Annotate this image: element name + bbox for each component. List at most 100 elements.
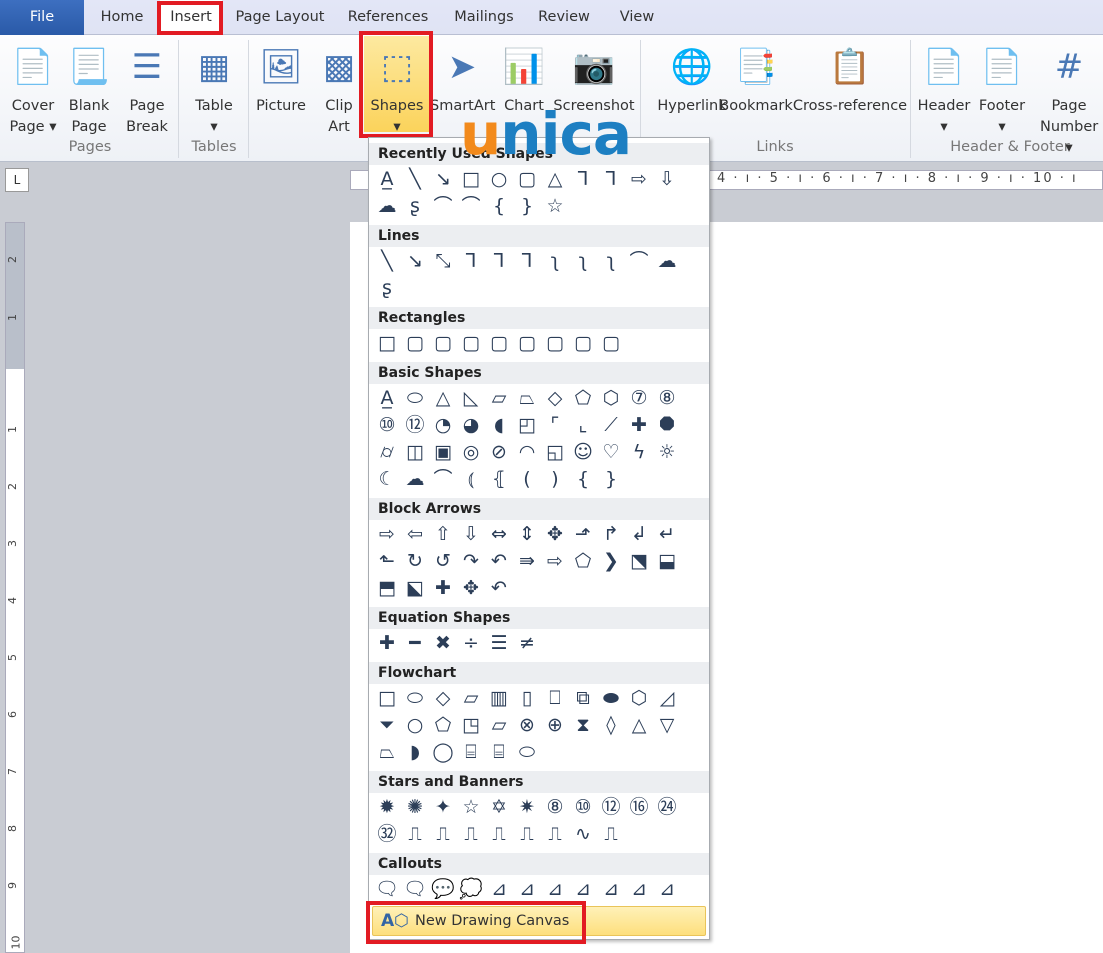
shape-item[interactable]: ⧗ [569,712,597,739]
shape-item[interactable]: ◯ [429,739,457,766]
shape-item[interactable]: ▢ [541,330,569,357]
shape-item[interactable]: ⌜ [541,412,569,439]
shape-item[interactable]: ━ [401,630,429,657]
shape-item[interactable]: ▽ [653,712,681,739]
shape-item[interactable]: ⇩ [457,521,485,548]
shape-item[interactable]: ↱ [597,521,625,548]
shape-item[interactable]: ▢ [429,330,457,357]
shape-item[interactable]: ↵ [653,521,681,548]
shape-item[interactable]: ⊕ [541,712,569,739]
shape-item[interactable]: ↲ [625,521,653,548]
shape-item[interactable]: □ [457,166,485,193]
shape-item[interactable]: ◺ [457,385,485,412]
shape-item[interactable]: { [569,466,597,493]
shape-item[interactable]: A̲ [373,385,401,412]
shape-item[interactable]: ⇨ [373,521,401,548]
shape-item[interactable]: ⎍ [457,821,485,848]
shape-item[interactable]: ╲ [373,248,401,275]
shape-item[interactable]: ○ [485,166,513,193]
shape-item[interactable]: ↻ [401,548,429,575]
shape-item[interactable]: } [513,193,541,220]
shape-item[interactable]: ⏢ [513,385,541,412]
shape-item[interactable]: ∿ [569,821,597,848]
shape-item[interactable]: ✚ [625,412,653,439]
shape-item[interactable]: ⑦ [625,385,653,412]
shape-item[interactable]: 💬 [429,876,457,903]
shape-item[interactable]: □ [373,685,401,712]
shape-item[interactable]: ⊘ [485,439,513,466]
shape-item[interactable]: ✖ [429,630,457,657]
shape-item[interactable]: ◖ [485,412,513,439]
shape-item[interactable]: ↷ [457,548,485,575]
shape-item[interactable]: ⇨ [541,548,569,575]
shape-item[interactable]: ◎ [457,439,485,466]
shape-item[interactable]: ⎍ [401,821,429,848]
shape-item[interactable]: ☺ [569,439,597,466]
shape-item[interactable]: ⬕ [401,575,429,602]
shape-item[interactable]: ╲ [401,166,429,193]
shape-item[interactable]: ◿ [653,685,681,712]
shape-item[interactable]: ⎍ [485,821,513,848]
shape-item[interactable]: ⬑ [373,548,401,575]
shape-item[interactable]: ◳ [457,712,485,739]
shape-item[interactable]: ⅂ [513,248,541,275]
footer-button[interactable]: 📄 Footer ▾ [976,40,1028,138]
shape-item[interactable]: ◇ [541,385,569,412]
bookmark-button[interactable]: 📑 Bookmark [716,40,796,117]
shape-item[interactable]: ⇕ [513,521,541,548]
shape-item[interactable]: ⇦ [401,521,429,548]
shape-item[interactable]: ✥ [541,521,569,548]
shape-item[interactable]: ▢ [513,166,541,193]
shape-item[interactable]: ʂ [401,193,429,220]
shape-item[interactable]: ❯ [597,548,625,575]
shape-item[interactable]: ▱ [485,385,513,412]
shape-item[interactable]: ㉔ [653,794,681,821]
shape-item[interactable]: ▢ [485,330,513,357]
shape-item[interactable]: ⊿ [653,876,681,903]
shape-item[interactable]: ☰ [485,630,513,657]
shape-item[interactable]: ◠ [513,439,541,466]
shape-item[interactable]: ⑧ [653,385,681,412]
shape-item[interactable]: ◕ [457,412,485,439]
shape-item[interactable]: ÷ [457,630,485,657]
shape-item[interactable]: ✷ [513,794,541,821]
tab-page-layout[interactable]: Page Layout [230,0,330,35]
shape-item[interactable]: ▯ [513,685,541,712]
shape-item[interactable]: A̲ [373,166,401,193]
shape-item[interactable]: ⊿ [485,876,513,903]
shape-item[interactable]: □ [373,330,401,357]
shape-item[interactable]: ⌸ [457,739,485,766]
cross-reference-button[interactable]: 📋 Cross-reference [792,40,908,117]
shape-item[interactable]: ↺ [429,548,457,575]
shape-item[interactable]: ☁ [373,193,401,220]
shape-item[interactable]: 🗨 [373,876,401,903]
shape-item[interactable]: ⬡ [597,385,625,412]
shape-item[interactable]: ⅂ [597,166,625,193]
shape-item[interactable]: ʅ [597,248,625,275]
shape-item[interactable]: ⑩ [373,412,401,439]
page-break-button[interactable]: ☰ Page Break [122,40,172,138]
shape-item[interactable]: ⬬ [597,685,625,712]
shape-item[interactable]: ◗ [401,739,429,766]
shape-item[interactable]: ⊿ [513,876,541,903]
shape-item[interactable]: ☁ [401,466,429,493]
shape-item[interactable]: ⧉ [569,685,597,712]
shape-item[interactable]: ◰ [513,412,541,439]
shape-item[interactable]: ⎍ [429,821,457,848]
page-number-button[interactable]: # Page Number ▾ [1040,40,1098,159]
shape-item[interactable]: ⊿ [541,876,569,903]
shape-item[interactable]: ✚ [429,575,457,602]
shape-item[interactable]: ✥ [457,575,485,602]
shape-item[interactable]: ⬠ [569,548,597,575]
shape-item[interactable]: ⏷ [373,712,401,739]
vertical-ruler[interactable]: 2 1 1 2 3 4 5 6 7 8 9 10 [5,222,25,953]
shape-item[interactable]: ⌒ [457,193,485,220]
shape-item[interactable]: ☆ [541,193,569,220]
shape-item[interactable]: ✹ [373,794,401,821]
shape-item[interactable]: ☾ [373,466,401,493]
tab-mailings[interactable]: Mailings [446,0,522,35]
shape-item[interactable]: ⇩ [653,166,681,193]
shape-item[interactable]: ⬭ [401,685,429,712]
shape-item[interactable]: ○ [401,712,429,739]
shape-item[interactable]: ⑧ [541,794,569,821]
